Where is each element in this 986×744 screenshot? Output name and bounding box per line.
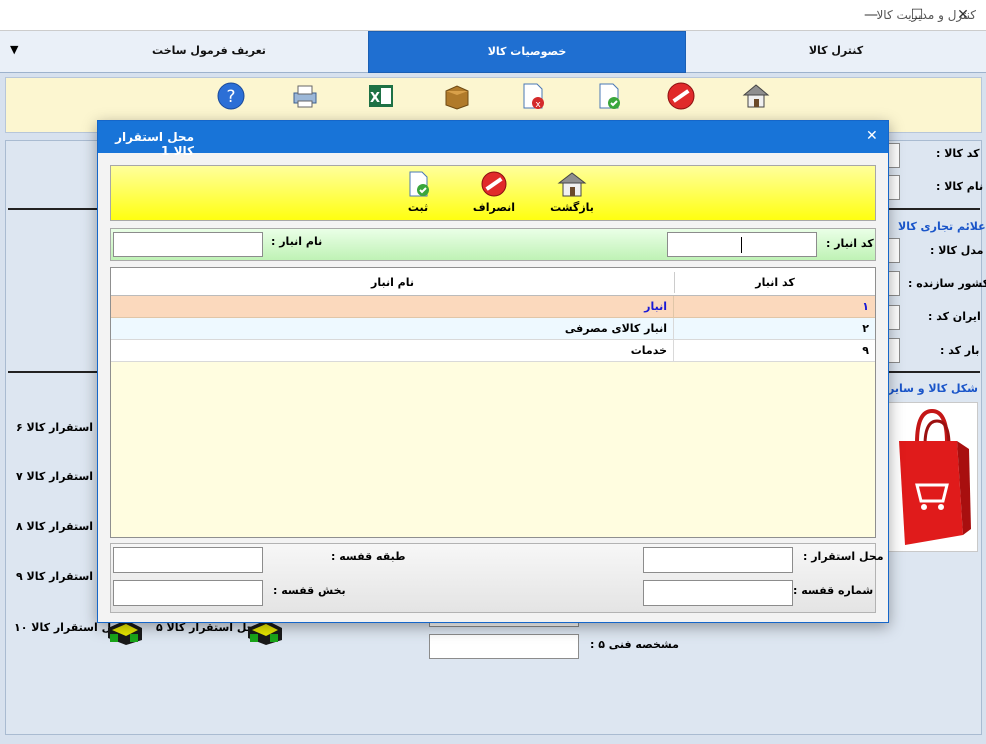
cancel-label: انصراف: [472, 201, 516, 214]
cell-name: انبار: [111, 296, 674, 317]
shelf-number-label: شماره قفسه :: [793, 584, 874, 597]
brands-label: علائم تجاری کالا: [898, 220, 986, 233]
model-input[interactable]: [888, 238, 900, 263]
search-bar: کد انبار : نام انبار :: [110, 228, 876, 261]
save-doc-icon[interactable]: [594, 81, 624, 111]
back-button[interactable]: بازگشت: [547, 170, 597, 214]
warehouse-grid: کد انبار نام انبار ۱ انبار ۲ انبار کالای…: [110, 267, 876, 538]
save-label: ثبت: [407, 201, 429, 214]
column-header-code[interactable]: کد انبار: [674, 272, 875, 293]
country-label: کشور سازنده :: [908, 277, 986, 290]
warehouse-name-input[interactable]: [113, 232, 263, 257]
save-doc-icon: [409, 171, 429, 197]
column-header-name[interactable]: نام انبار: [111, 272, 674, 293]
print-icon[interactable]: [290, 81, 320, 111]
text-cursor: [741, 237, 742, 253]
cancel-icon: [481, 171, 507, 197]
grid-header: کد انبار نام انبار: [111, 268, 875, 296]
window-titlebar: کنترل و مدیریت کالا — ☐ ✕: [0, 0, 986, 31]
product-name-label: نام کالا :: [936, 180, 984, 193]
tab-product-properties[interactable]: خصوصیات کالا: [368, 31, 686, 73]
product-name-input[interactable]: [888, 175, 900, 200]
shelf-level-label: طبقه قفسه :: [331, 550, 406, 563]
location-details: محل استقرار : طبقه قفسه : شماره قفسه : ب…: [110, 543, 884, 613]
divider: [888, 371, 980, 373]
barcode-input[interactable]: [888, 338, 900, 363]
dialog-titlebar: محل استقرار کالا 1 ✕: [98, 121, 888, 158]
svg-text:?: ?: [226, 87, 235, 107]
divider: [888, 208, 980, 210]
product-code-label: کد کالا :: [936, 147, 980, 160]
location-label: محل استقرار :: [803, 550, 884, 563]
iran-code-input[interactable]: [888, 305, 900, 330]
shelf-section-input[interactable]: [113, 580, 263, 606]
svg-text:x: x: [535, 100, 541, 110]
cell-code: ۲: [862, 322, 869, 335]
save-button[interactable]: ثبت: [393, 170, 443, 214]
country-input[interactable]: [888, 271, 900, 296]
location-input[interactable]: [643, 547, 793, 573]
cancel-button[interactable]: انصراف: [469, 170, 519, 214]
cell-name: خدمات: [111, 340, 674, 361]
shopping-bag-icon: [899, 408, 971, 545]
table-row-selected[interactable]: ۱ انبار: [111, 296, 875, 318]
home-icon: [557, 172, 587, 197]
tab-build-formula[interactable]: تعریف فرمول ساخت: [50, 31, 368, 73]
table-row[interactable]: ۲ انبار کالای مصرفی: [111, 318, 875, 340]
tab-dropdown-icon[interactable]: ▼: [10, 43, 18, 56]
table-row[interactable]: ۹ خدمات: [111, 340, 875, 362]
tab-product-control[interactable]: کنترل کالا: [686, 31, 986, 73]
svg-text:X: X: [370, 91, 380, 106]
image-section-label: شکل کالا و سایر اطلاعات: [888, 382, 978, 395]
divider: [8, 208, 98, 210]
back-label: بازگشت: [550, 201, 594, 214]
close-window-button[interactable]: ✕: [940, 0, 986, 31]
maximize-button[interactable]: ☐: [894, 0, 940, 31]
tech-5-input[interactable]: [429, 634, 579, 659]
minimize-button[interactable]: —: [848, 0, 894, 31]
dialog-close-button[interactable]: ✕: [866, 128, 878, 144]
product-code-input[interactable]: [888, 143, 900, 168]
dialog-title: محل استقرار کالا 1: [115, 130, 194, 158]
cell-code: ۱: [862, 300, 869, 313]
barcode-label: بار کد :: [940, 344, 980, 357]
tab-bar: ▼ کنترل کالا خصوصیات کالا تعریف فرمول سا…: [0, 31, 986, 73]
warehouse-code-label: کد انبار :: [826, 237, 874, 250]
cell-code: ۹: [862, 344, 869, 357]
warehouse-name-label: نام انبار :: [271, 235, 323, 248]
cancel-icon[interactable]: [666, 81, 696, 111]
shelf-section-label: بخش قفسه :: [273, 584, 346, 597]
warehouse-code-input[interactable]: [667, 232, 817, 257]
iran-code-label: ایران کد :: [928, 310, 981, 323]
location-dialog: محل استقرار کالا 1 ✕ بازگشت انصراف ثبت ک…: [97, 120, 889, 623]
product-image: [886, 402, 978, 552]
excel-icon[interactable]: X: [366, 81, 396, 111]
box-icon[interactable]: [442, 81, 472, 111]
help-icon[interactable]: ?: [216, 81, 246, 111]
tech-5-label: مشخصه فنی ۵ :: [590, 638, 679, 651]
shelf-number-input[interactable]: [643, 580, 793, 606]
shelf-level-input[interactable]: [113, 547, 263, 573]
model-label: مدل کالا :: [930, 244, 984, 257]
cell-name: انبار کالای مصرفی: [111, 318, 674, 339]
delete-doc-icon[interactable]: x: [518, 81, 548, 111]
home-icon[interactable]: [741, 81, 771, 111]
divider: [8, 371, 98, 373]
dialog-toolbar: بازگشت انصراف ثبت: [110, 165, 876, 221]
